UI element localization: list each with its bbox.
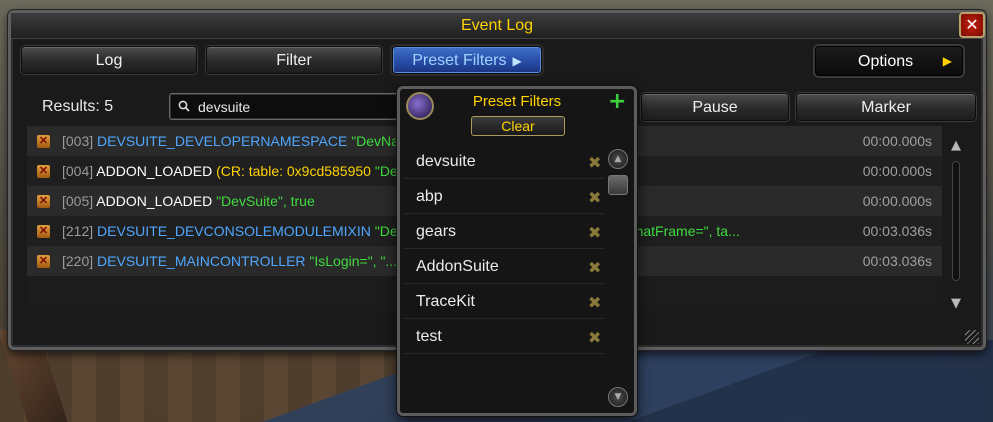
preset-item-label[interactable]: AddonSuite xyxy=(416,258,499,276)
options-button[interactable]: Options ▶ xyxy=(815,46,963,76)
entry-time: 00:00.000s xyxy=(862,133,932,149)
chevron-right-icon: ▶ xyxy=(942,54,952,68)
entry-id: [004] xyxy=(62,163,94,179)
entry-id: [220] xyxy=(62,253,94,269)
add-preset-button[interactable]: + xyxy=(608,91,626,113)
entry-args: "DevSuite", true xyxy=(216,193,315,209)
window-title: Event Log xyxy=(460,17,534,34)
log-button[interactable]: Log xyxy=(21,46,197,74)
filter-button[interactable]: Filter xyxy=(206,46,382,74)
preset-item-label[interactable]: test xyxy=(416,328,442,346)
preset-item-label[interactable]: TraceKit xyxy=(416,293,475,311)
preset-item[interactable]: abp ✖ xyxy=(404,179,604,214)
entry-time: 00:00.000s xyxy=(862,193,932,209)
resize-grip-icon[interactable] xyxy=(965,330,979,344)
log-scrollbar[interactable]: ▲ ▼ xyxy=(945,135,967,313)
search-input[interactable] xyxy=(198,97,398,117)
options-label: Options xyxy=(858,53,914,70)
scroll-track[interactable] xyxy=(952,161,960,281)
remove-preset-icon[interactable]: ✖ xyxy=(588,293,601,312)
entry-event: DEVSUITE_MAINCONTROLLER xyxy=(97,253,306,269)
entry-time: 00:03.036s xyxy=(862,253,932,269)
entry-id: [003] xyxy=(62,133,94,149)
remove-preset-icon[interactable]: ✖ xyxy=(588,258,601,277)
entry-id: [212] xyxy=(62,223,94,239)
entry-event: DEVSUITE_DEVCONSOLEMODULEMIXIN xyxy=(97,223,371,239)
scroll-up-icon[interactable]: ▲ xyxy=(947,139,965,153)
pause-button[interactable]: Pause xyxy=(641,93,789,121)
search-icon xyxy=(178,100,190,112)
clear-presets-button[interactable]: Clear xyxy=(471,116,565,136)
marker-button[interactable]: Marker xyxy=(796,93,976,121)
preset-item[interactable]: TraceKit ✖ xyxy=(404,284,604,319)
dropdown-scroll-down-icon[interactable]: ▼ xyxy=(608,387,628,407)
delete-entry-icon[interactable]: ✕ xyxy=(37,195,50,208)
log-entry-text: [005] ADDON_LOADED "DevSuite", true xyxy=(62,186,315,216)
entry-time: 00:00.000s xyxy=(862,163,932,179)
title-bar[interactable]: Event Log xyxy=(11,13,983,39)
entry-time: 00:03.036s xyxy=(862,223,932,239)
delete-entry-icon[interactable]: ✕ xyxy=(37,225,50,238)
remove-preset-icon[interactable]: ✖ xyxy=(588,223,601,242)
delete-entry-icon[interactable]: ✕ xyxy=(37,135,50,148)
remove-preset-icon[interactable]: ✖ xyxy=(588,328,601,347)
preset-filters-button[interactable]: Preset Filters ▶ xyxy=(392,46,542,74)
preset-item-label[interactable]: gears xyxy=(416,223,456,241)
preset-filters-label: Preset Filters xyxy=(412,52,507,69)
scroll-down-icon[interactable]: ▼ xyxy=(947,297,965,311)
entry-event: DEVSUITE_DEVELOPERNAMESPACE xyxy=(97,133,348,149)
results-count: Results: 5 xyxy=(42,98,114,115)
remove-preset-icon[interactable]: ✖ xyxy=(588,188,601,207)
entry-id: [005] xyxy=(62,193,94,209)
dropdown-title: Preset Filters xyxy=(472,93,562,110)
preset-item[interactable]: AddonSuite ✖ xyxy=(404,249,604,284)
entry-event: ADDON_LOADED xyxy=(96,163,213,179)
delete-entry-icon[interactable]: ✕ xyxy=(37,165,50,178)
remove-preset-icon[interactable]: ✖ xyxy=(588,153,601,172)
search-box[interactable] xyxy=(169,93,409,120)
close-button[interactable]: ✕ xyxy=(959,12,985,38)
entry-args-table: (CR: table: 0x9cd585950 xyxy=(216,163,371,179)
chevron-right-icon: ▶ xyxy=(512,54,522,68)
preset-item-label[interactable]: abp xyxy=(416,188,443,206)
delete-entry-icon[interactable]: ✕ xyxy=(37,255,50,268)
dropdown-scroll-thumb[interactable] xyxy=(608,175,628,195)
preset-filters-dropdown: Preset Filters + Clear devsuite ✖ abp ✖ … xyxy=(397,86,637,416)
preset-item[interactable]: test ✖ xyxy=(404,319,604,354)
preset-item[interactable]: gears ✖ xyxy=(404,214,604,249)
preset-list: devsuite ✖ abp ✖ gears ✖ AddonSuite ✖ Tr… xyxy=(404,144,604,354)
dropdown-scroll-up-icon[interactable]: ▲ xyxy=(608,149,628,169)
preset-item-label[interactable]: devsuite xyxy=(416,153,476,171)
entry-event: ADDON_LOADED xyxy=(96,193,213,209)
preset-item[interactable]: devsuite ✖ xyxy=(404,144,604,179)
